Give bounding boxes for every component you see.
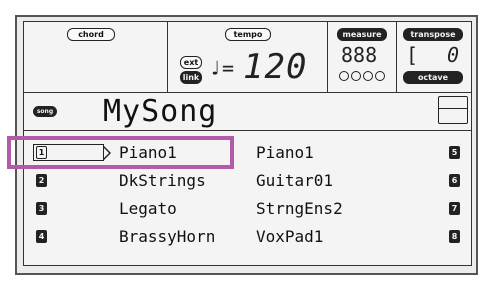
track-name-8[interactable]: VoxPad1 [256, 227, 323, 247]
track-number-7: 7 [449, 202, 460, 215]
song-icon: song [33, 106, 57, 117]
tempo-label: tempo [225, 28, 271, 41]
status-header: chord tempo ext link ♩= 120 measure 888 … [23, 21, 472, 93]
track-name-5[interactable]: Piano1 [256, 143, 314, 163]
measure-beat-dots [339, 71, 385, 81]
ext-label: ext [180, 56, 202, 69]
track-number-2: 2 [36, 174, 47, 187]
track-number-3: 3 [36, 202, 47, 215]
track-name-2[interactable]: DkStrings [119, 171, 206, 191]
beat-dot [363, 71, 373, 81]
track-name-3[interactable]: Legato [119, 199, 177, 219]
header-divider [396, 21, 397, 93]
chord-label: chord [67, 28, 115, 41]
track-number-6: 6 [449, 174, 460, 187]
transpose-value: 0 [447, 43, 461, 67]
measure-value: 888 [341, 43, 378, 67]
tempo-value: 120 [243, 47, 308, 87]
transpose-label: transpose [403, 28, 463, 41]
track-name-7[interactable]: StrngEns2 [256, 199, 343, 219]
track-number-1-selected: 1 [36, 146, 47, 159]
track-number-4: 4 [36, 230, 47, 243]
header-divider [167, 21, 168, 93]
measure-label: measure [337, 28, 387, 41]
tempo-note-icon: ♩= [209, 56, 236, 80]
header-divider [327, 21, 328, 93]
beat-dot [375, 71, 385, 81]
track-number-5: 5 [449, 146, 460, 159]
song-select-button[interactable] [438, 96, 468, 124]
song-name[interactable]: MySong [103, 93, 217, 131]
transpose-bracket: [ [406, 43, 420, 67]
track-name-4[interactable]: BrassyHorn [119, 227, 215, 247]
selector-arrow-icon [104, 147, 109, 158]
track-number-8: 8 [449, 230, 460, 243]
track-name-6[interactable]: Guitar01 [256, 171, 333, 191]
beat-dot [351, 71, 361, 81]
octave-label: octave [403, 71, 463, 84]
beat-dot [339, 71, 349, 81]
song-bar: song MySong [23, 93, 472, 131]
link-label: link [180, 71, 202, 84]
